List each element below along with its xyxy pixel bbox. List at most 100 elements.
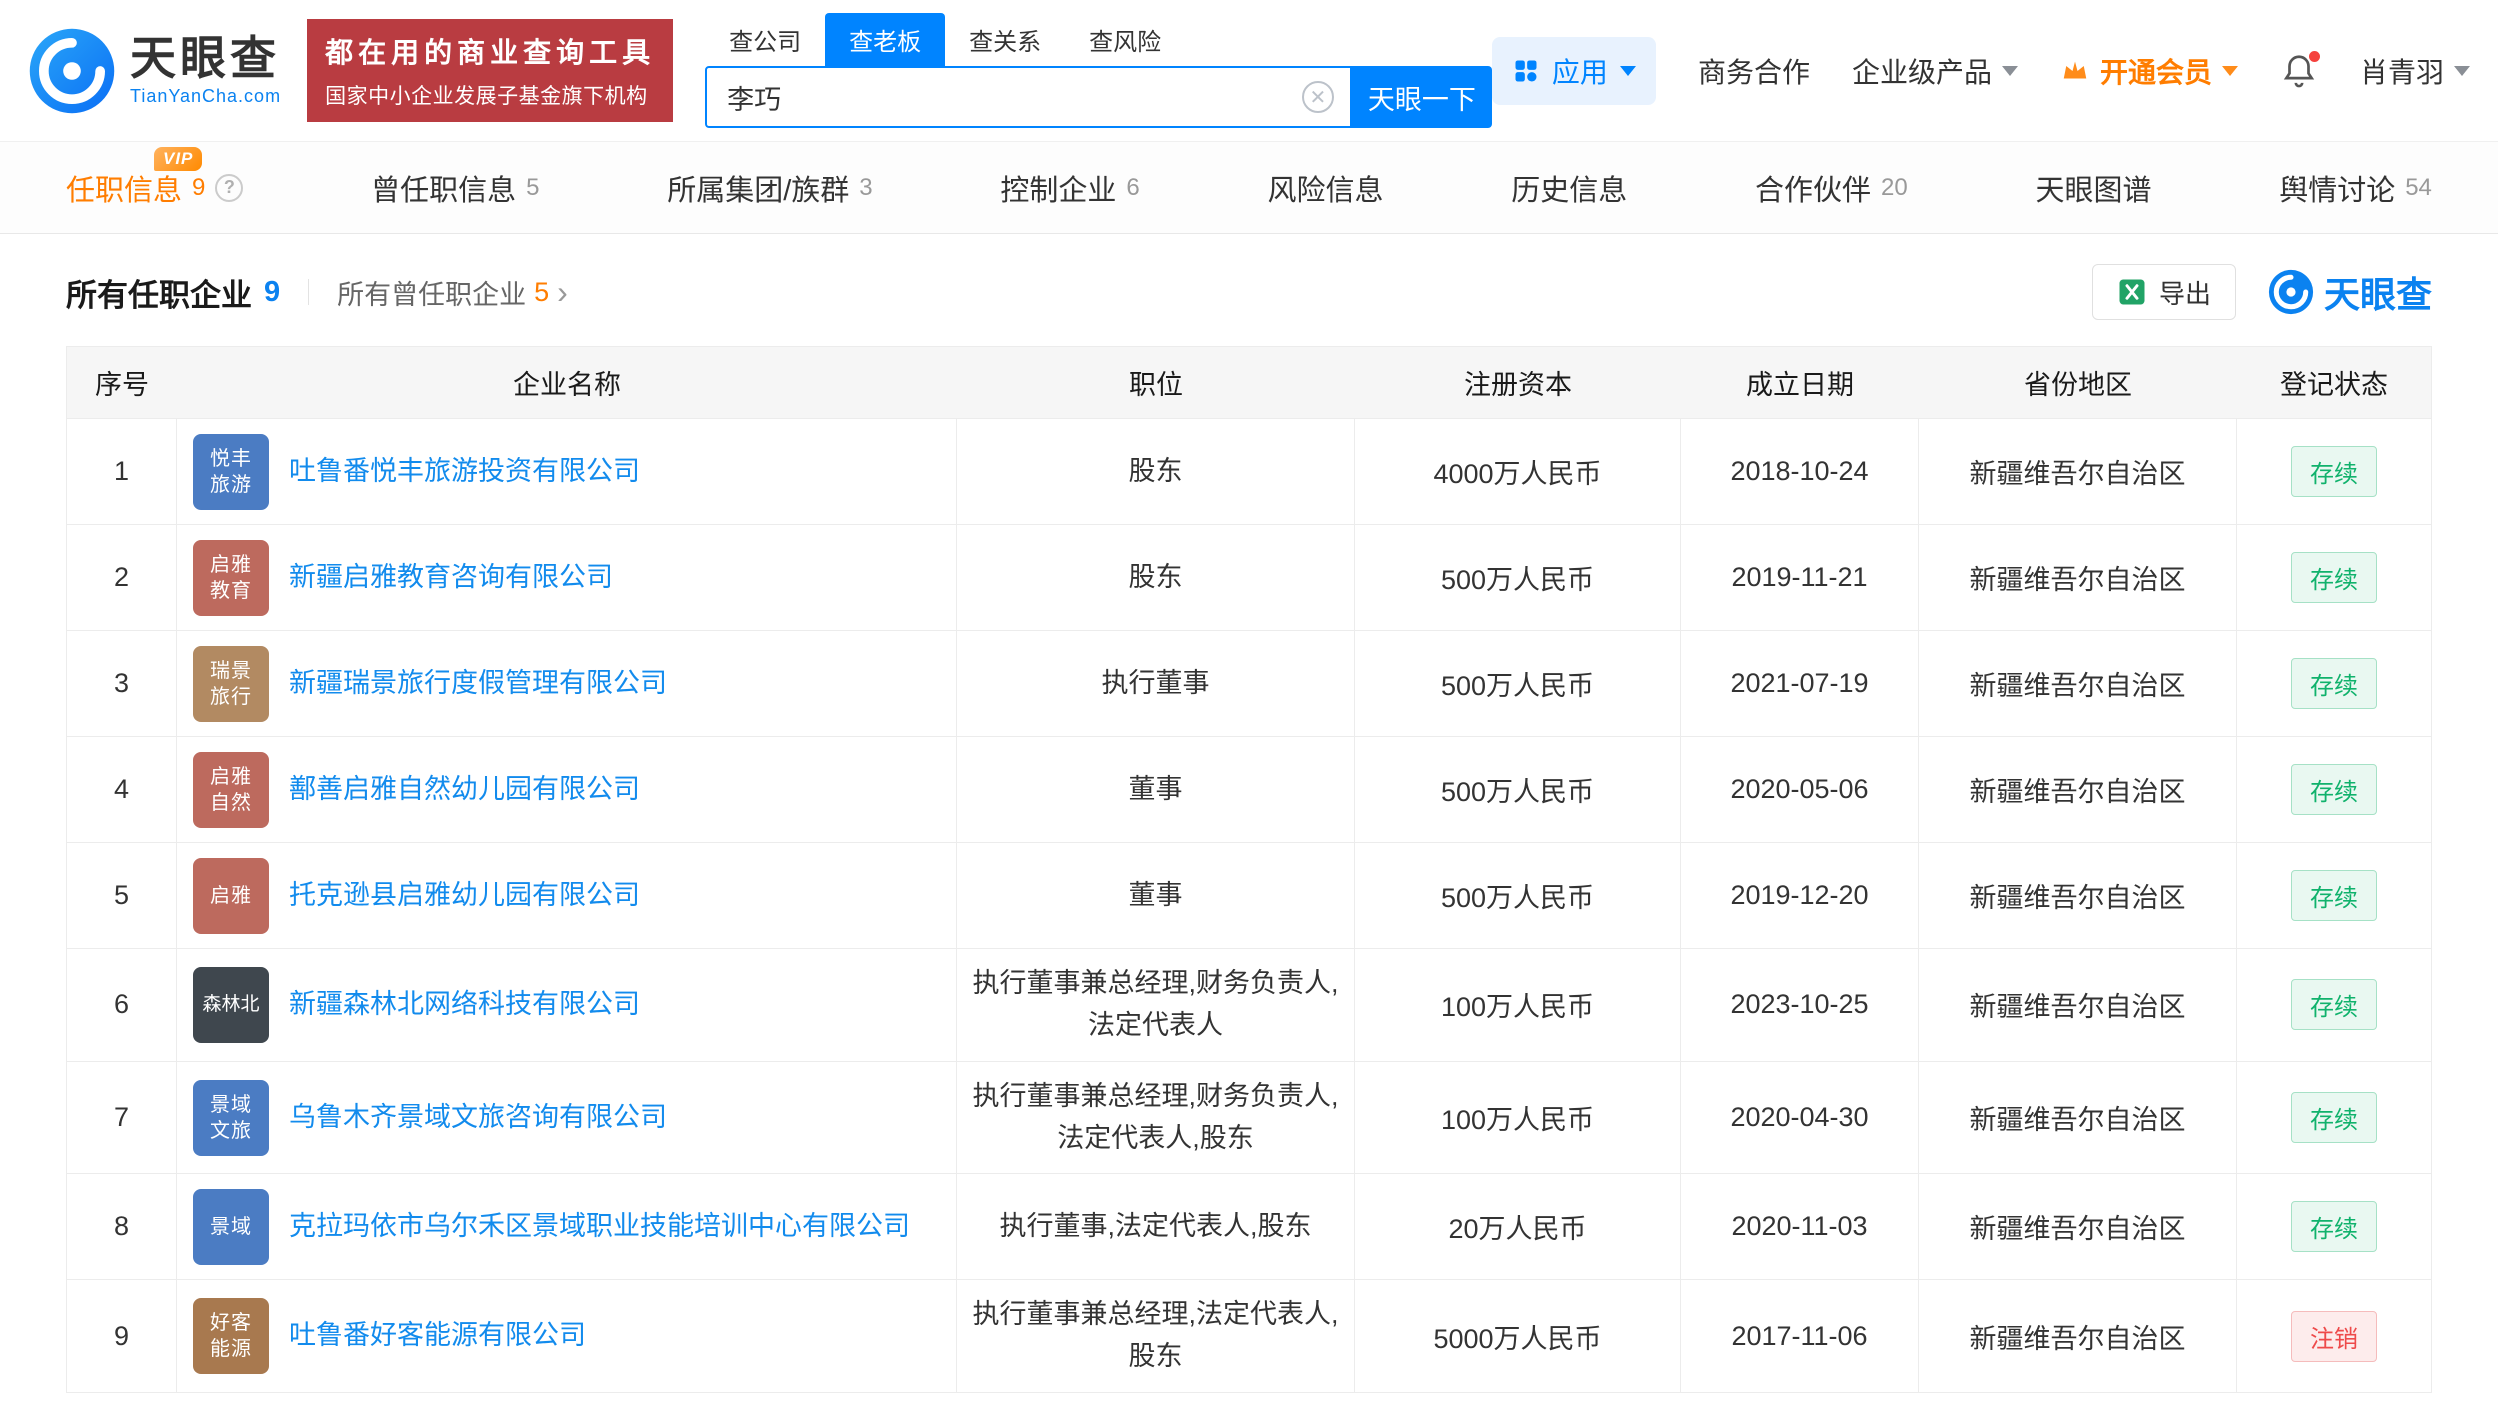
established-date-value: 2019-11-21 bbox=[1731, 562, 1867, 593]
logo-title: 天眼查 bbox=[130, 34, 281, 82]
position-value: 执行董事兼总经理,法定代表人,股东 bbox=[967, 1294, 1344, 1378]
company-logo-text: 自然 bbox=[210, 790, 252, 816]
search-tab[interactable]: 查老板 bbox=[825, 13, 945, 66]
capital-value: 5000万人民币 bbox=[1433, 1317, 1601, 1356]
column-header: 序号 bbox=[67, 347, 177, 418]
position-cell: 执行董事兼总经理,财务负责人,法定代表人,股东 bbox=[957, 1062, 1355, 1174]
tianyancha-watermark-icon bbox=[2268, 269, 2314, 315]
status-cell: 存续 bbox=[2237, 419, 2431, 524]
status-cell: 存续 bbox=[2237, 737, 2431, 842]
established-date-value: 2020-11-03 bbox=[1731, 1211, 1867, 1242]
company-link[interactable]: 克拉玛依市乌尔禾区景域职业技能培训中心有限公司 bbox=[289, 1208, 910, 1246]
company-link[interactable]: 托克逊县启雅幼儿园有限公司 bbox=[289, 877, 640, 915]
header-right-menu: 应用 商务合作 企业级产品 开通会员 bbox=[1492, 37, 2470, 105]
column-header: 登记状态 bbox=[2237, 347, 2431, 418]
position-value: 董事 bbox=[1129, 875, 1183, 917]
search-tab[interactable]: 查关系 bbox=[945, 13, 1065, 66]
established-date-value: 2018-10-24 bbox=[1730, 456, 1868, 487]
nav-tab[interactable]: 合作伙伴 20 bbox=[1755, 142, 1908, 233]
company-link[interactable]: 吐鲁番悦丰旅游投资有限公司 bbox=[289, 453, 640, 491]
capital-value: 500万人民币 bbox=[1441, 770, 1594, 809]
table-row: 1 悦丰旅游 吐鲁番悦丰旅游投资有限公司 股东 4000万人民币 2018-10… bbox=[67, 419, 2431, 525]
enterprise-products-menu[interactable]: 企业级产品 bbox=[1852, 51, 2018, 91]
capital-value: 500万人民币 bbox=[1441, 664, 1594, 703]
capital-value: 500万人民币 bbox=[1441, 558, 1594, 597]
position-value: 执行董事,法定代表人,股东 bbox=[999, 1206, 1311, 1248]
former-positions-label: 所有曾任职企业 bbox=[337, 273, 526, 312]
company-link[interactable]: 鄯善启雅自然幼儿园有限公司 bbox=[289, 771, 640, 809]
nav-tab-label: 任职信息 bbox=[66, 167, 182, 209]
region-value: 新疆维吾尔自治区 bbox=[1970, 985, 2186, 1024]
row-index: 3 bbox=[114, 668, 129, 699]
nav-tab[interactable]: 控制企业6 bbox=[1000, 142, 1139, 233]
company-cell: 景域文旅 乌鲁木齐景域文旅咨询有限公司 bbox=[177, 1062, 957, 1174]
company-cell: 启雅教育 新疆启雅教育咨询有限公司 bbox=[177, 525, 957, 630]
apps-menu[interactable]: 应用 bbox=[1492, 37, 1656, 105]
nav-tab-label: 曾任职信息 bbox=[371, 167, 516, 209]
row-index: 1 bbox=[114, 456, 129, 487]
nav-tab-label: 天眼图谱 bbox=[2035, 167, 2151, 209]
company-cell: 启雅自然 鄯善启雅自然幼儿园有限公司 bbox=[177, 737, 957, 842]
caret-down-icon bbox=[2002, 66, 2018, 76]
region-value: 新疆维吾尔自治区 bbox=[1970, 1317, 2186, 1356]
nav-tab[interactable]: 曾任职信息5 bbox=[371, 142, 539, 233]
position-cell: 执行董事,法定代表人,股东 bbox=[957, 1174, 1355, 1279]
status-badge: 存续 bbox=[2291, 979, 2377, 1030]
row-index: 9 bbox=[114, 1321, 129, 1352]
company-logo-text: 教育 bbox=[210, 578, 252, 604]
established-date-cell: 2020-04-30 bbox=[1681, 1062, 1919, 1174]
search-box: ✕ bbox=[705, 66, 1352, 128]
status-badge: 注销 bbox=[2291, 1311, 2377, 1362]
nav-tab[interactable]: VIP任职信息9? bbox=[66, 142, 243, 233]
user-menu[interactable]: 肖青羽 bbox=[2360, 51, 2470, 91]
company-logo: 悦丰旅游 bbox=[193, 434, 269, 510]
search-input[interactable] bbox=[707, 68, 1350, 126]
company-link[interactable]: 乌鲁木齐景域文旅咨询有限公司 bbox=[289, 1099, 667, 1137]
nav-tab-label: 合作伙伴 bbox=[1755, 167, 1871, 209]
position-cell: 股东 bbox=[957, 419, 1355, 524]
nav-tab[interactable]: 舆情讨论54 bbox=[2279, 142, 2432, 233]
position-value: 执行董事 bbox=[1102, 663, 1210, 705]
position-value: 股东 bbox=[1129, 451, 1183, 493]
search-tab[interactable]: 查公司 bbox=[705, 13, 825, 66]
status-badge: 存续 bbox=[2291, 764, 2377, 815]
tianyancha-logo[interactable]: 天眼查 TianYanCha.com bbox=[28, 27, 281, 115]
business-cooperation-link[interactable]: 商务合作 bbox=[1698, 51, 1810, 91]
caret-down-icon bbox=[2222, 66, 2238, 76]
company-link[interactable]: 新疆启雅教育咨询有限公司 bbox=[289, 559, 613, 597]
excel-icon bbox=[2117, 277, 2147, 307]
nav-tab[interactable]: 天眼图谱 bbox=[2035, 142, 2151, 233]
company-logo-text: 旅游 bbox=[210, 472, 252, 498]
nav-tab[interactable]: 所属集团/族群3 bbox=[667, 142, 872, 233]
chevron-right-icon: › bbox=[557, 276, 568, 308]
notifications-bell[interactable] bbox=[2280, 52, 2318, 90]
tianyancha-watermark: 天眼查 bbox=[2268, 266, 2432, 318]
vip-upgrade-menu[interactable]: 开通会员 bbox=[2060, 51, 2238, 91]
established-date-value: 2017-11-06 bbox=[1731, 1321, 1867, 1352]
section-actions: 导出 天眼查 bbox=[2092, 264, 2432, 320]
divider bbox=[308, 279, 309, 305]
former-positions-link[interactable]: 所有曾任职企业 5 › bbox=[337, 273, 568, 312]
nav-tab-count: 20 bbox=[1881, 174, 1908, 202]
help-icon[interactable]: ? bbox=[215, 174, 243, 202]
capital-cell: 500万人民币 bbox=[1355, 843, 1681, 948]
search-tab[interactable]: 查风险 bbox=[1065, 13, 1185, 66]
nav-tab[interactable]: 历史信息 bbox=[1511, 142, 1627, 233]
capital-value: 100万人民币 bbox=[1441, 985, 1594, 1024]
company-link[interactable]: 新疆瑞景旅行度假管理有限公司 bbox=[289, 665, 667, 703]
established-date-value: 2020-04-30 bbox=[1730, 1102, 1868, 1133]
nav-tab-count: 6 bbox=[1126, 174, 1139, 202]
clear-icon[interactable]: ✕ bbox=[1302, 81, 1334, 113]
company-link[interactable]: 新疆森林北网络科技有限公司 bbox=[289, 986, 640, 1024]
export-button[interactable]: 导出 bbox=[2092, 264, 2236, 320]
company-link[interactable]: 吐鲁番好客能源有限公司 bbox=[289, 1317, 586, 1355]
crown-icon bbox=[2060, 56, 2090, 86]
table-row: 5 启雅 托克逊县启雅幼儿园有限公司 董事 500万人民币 2019-12-20… bbox=[67, 843, 2431, 949]
company-logo-text: 瑞景 bbox=[210, 658, 252, 684]
nav-tab[interactable]: 风险信息 bbox=[1267, 142, 1383, 233]
table-row: 2 启雅教育 新疆启雅教育咨询有限公司 股东 500万人民币 2019-11-2… bbox=[67, 525, 2431, 631]
position-cell: 执行董事兼总经理,法定代表人,股东 bbox=[957, 1280, 1355, 1392]
row-index-cell: 5 bbox=[67, 843, 177, 948]
capital-cell: 4000万人民币 bbox=[1355, 419, 1681, 524]
search-button[interactable]: 天眼一下 bbox=[1352, 66, 1492, 128]
